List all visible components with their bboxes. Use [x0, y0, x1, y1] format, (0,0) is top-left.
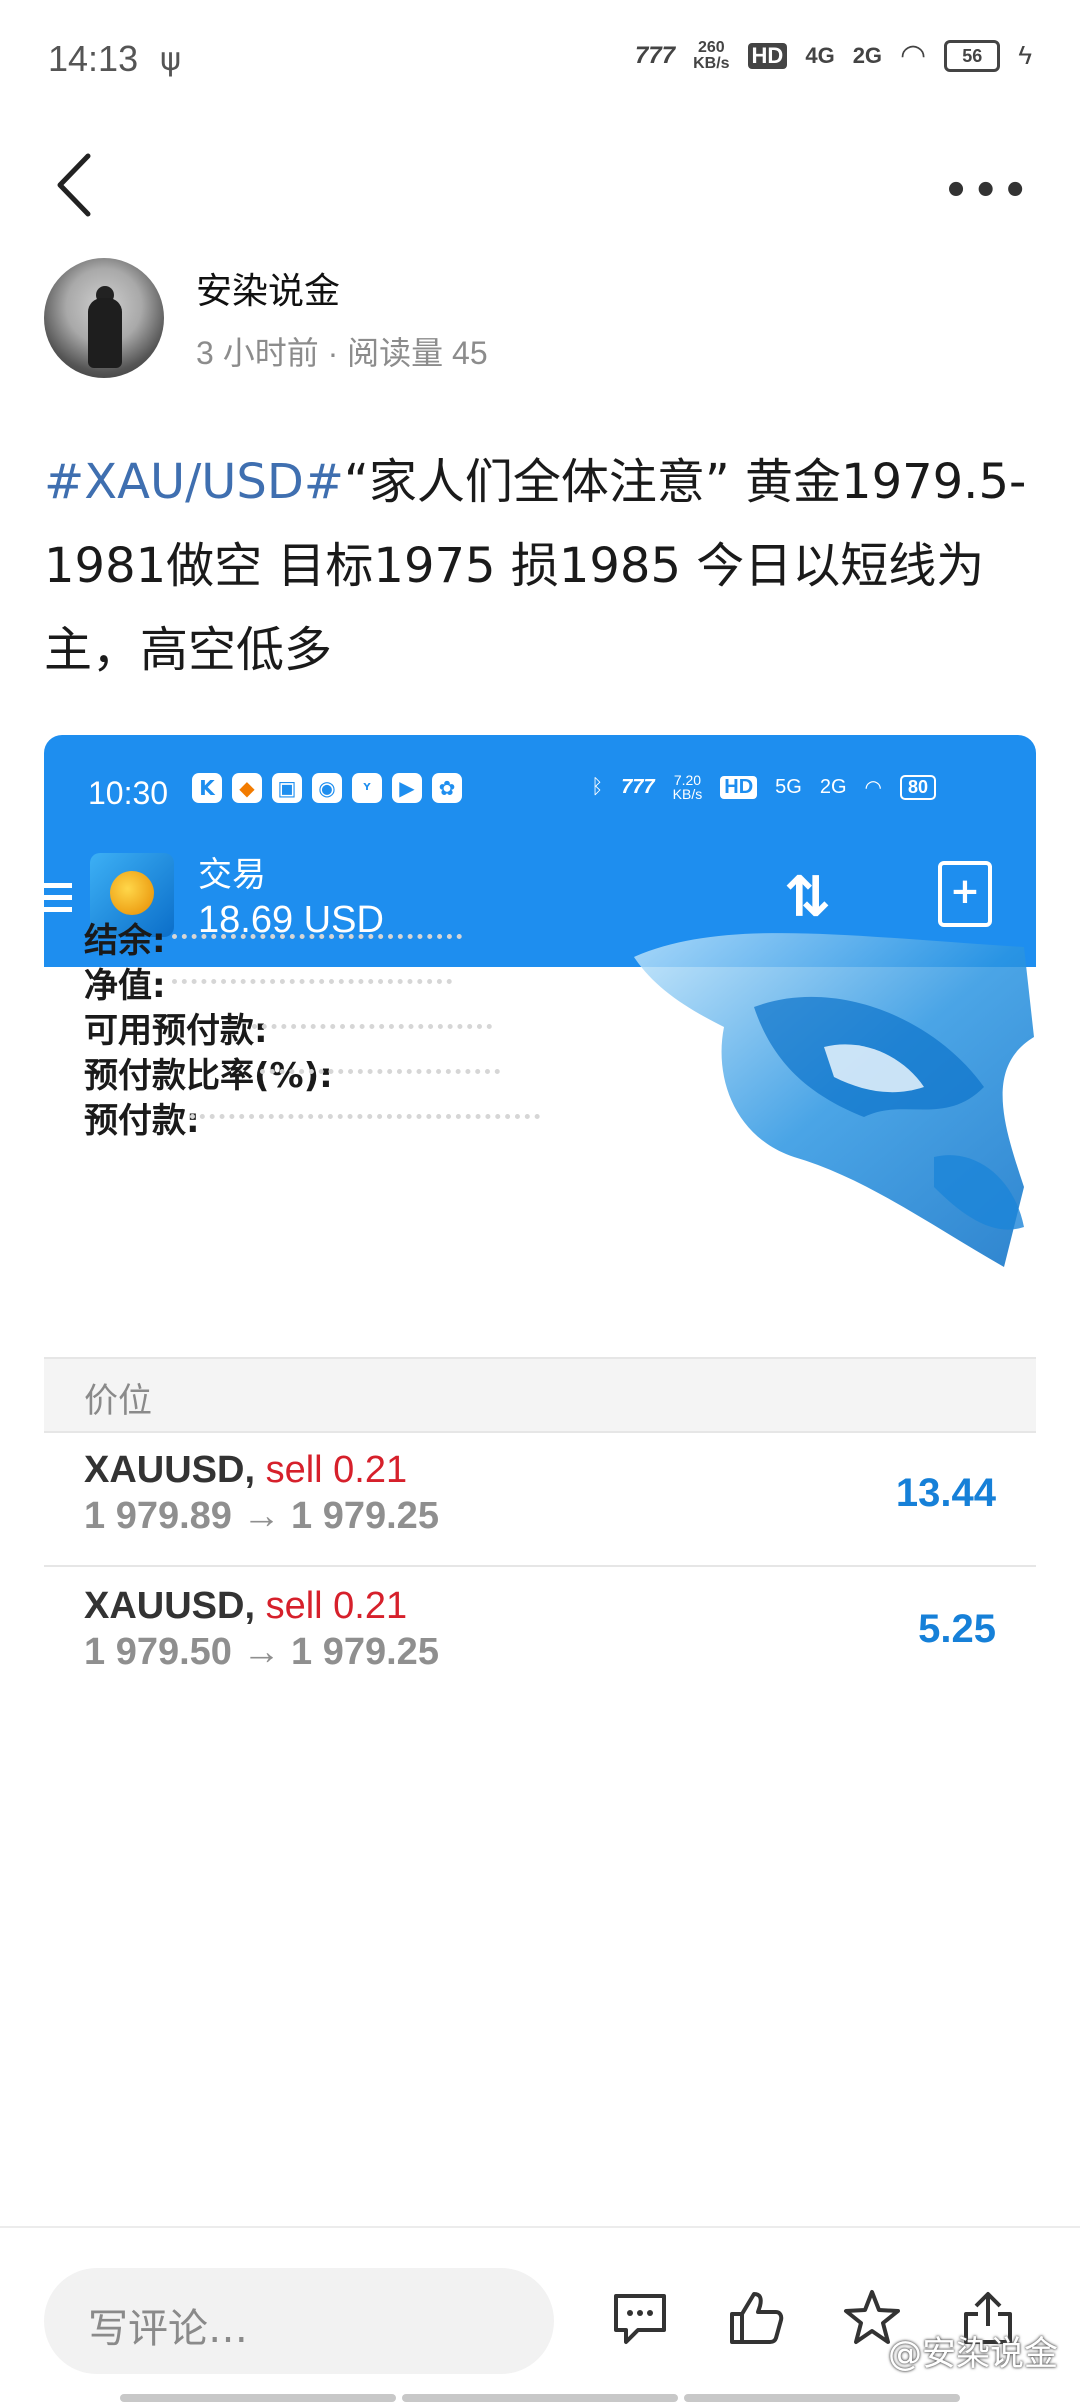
inner-hd-icon: HD — [720, 775, 758, 799]
avatar[interactable] — [44, 258, 164, 378]
app-misc-icon: ✿ — [432, 773, 462, 803]
app-orange-icon: ◆ — [232, 773, 262, 803]
bottom-divider — [0, 2226, 1080, 2228]
hashtag-link[interactable]: #XAU/USD# — [44, 454, 344, 510]
battery-icon: 56 — [944, 39, 1001, 72]
hd-icon: HD — [747, 42, 788, 69]
trade-profit: 5.25 — [918, 1607, 996, 1651]
network-4g: 4G — [805, 42, 835, 68]
comment-input[interactable]: 写评论… — [44, 2268, 554, 2374]
post-meta: 3 小时前 · 阅读量 45 — [196, 335, 488, 371]
gesture-bar — [120, 2394, 960, 2402]
network-2g: 2G — [852, 42, 883, 68]
author-name[interactable]: 安染说金 — [196, 262, 340, 314]
trade-row: XAUUSD, sell 0.21 1 979.50 → 1 979.25 5.… — [44, 1567, 1036, 1695]
bluetooth-icon: ᛒ — [591, 775, 604, 798]
margin-dots — [190, 1114, 540, 1119]
usb-icon: ψ — [160, 40, 182, 78]
inner-signal-icon: 777 — [621, 775, 655, 798]
inner-app-icons: K ◆ ▣ ◉ Y ▶ ✿ — [192, 773, 462, 803]
youku-icon: Y — [352, 773, 382, 803]
sort-icon: ⇅ — [784, 865, 831, 930]
free-margin-dots — [252, 1024, 492, 1029]
inner-network-speed: 7.20 KB/s — [672, 772, 703, 802]
inner-network-2g: 2G — [819, 775, 847, 798]
mt-title: 交易 — [198, 855, 266, 895]
trade-symbol: XAUUSD, sell 0.21 — [84, 1449, 408, 1491]
network-speed: 260 KB/s — [693, 38, 730, 72]
wifi-icon: ◠ — [900, 39, 927, 72]
trade-side: sell 0.21 — [265, 1449, 408, 1491]
new-order-icon: + — [938, 861, 992, 927]
price-header-label: 价位 — [84, 1381, 152, 1421]
inner-network-5g: 5G — [775, 775, 802, 798]
balance-label: 结余: — [84, 921, 166, 961]
status-bar: 14:13 ψ 777 260 KB/s HD 4G 2G ◠ 56 ϟ — [0, 0, 1080, 120]
app-k-icon: K — [192, 773, 222, 803]
back-icon[interactable] — [54, 150, 94, 220]
status-time: 14:13 — [48, 38, 139, 79]
weibo-icon: ◉ — [312, 773, 342, 803]
margin-level-dots — [260, 1069, 500, 1074]
watercolor-decoration — [634, 933, 1034, 1267]
comment-placeholder: 写评论… — [88, 2306, 248, 2352]
inner-status-icons: ᛒ 777 7.20 KB/s HD 5G 2G ◠ 80 — [591, 773, 936, 801]
equity-dots — [172, 979, 452, 984]
signal-hd-icon: 777 — [635, 41, 676, 69]
trade-prices: 1 979.50 → 1 979.25 — [84, 1631, 439, 1673]
price-header: 价位 — [44, 1357, 1036, 1433]
watermark: @安染说金 — [888, 2334, 1058, 2374]
inner-status-time: 10:30 — [88, 775, 169, 811]
like-icon[interactable] — [724, 2286, 788, 2350]
trade-row: XAUUSD, sell 0.21 1 979.89 → 1 979.25 13… — [44, 1431, 1036, 1567]
charging-icon: ϟ — [1018, 40, 1032, 70]
video-icon: ▶ — [392, 773, 422, 803]
free-margin-label: 可用预付款: — [84, 1011, 268, 1051]
trade-symbol: XAUUSD, sell 0.21 — [84, 1585, 408, 1627]
inner-battery-icon: 80 — [899, 774, 936, 800]
equity-label: 净值: — [84, 966, 166, 1006]
post-text: #XAU/USD#“家人们全体注意” 黄金1979.5-1981做空 目标197… — [44, 440, 1044, 692]
app-store-icon: ▣ — [272, 773, 302, 803]
more-options-icon[interactable]: ••• — [943, 168, 1032, 214]
embedded-screenshot[interactable]: 10:30 K ◆ ▣ ◉ Y ▶ ✿ ᛒ 777 7.20 KB/s HD 5… — [44, 735, 1036, 1695]
inner-wifi-icon: ◠ — [864, 776, 882, 799]
trade-side: sell 0.21 — [265, 1585, 408, 1627]
margin-label: 预付款: — [84, 1101, 200, 1141]
trade-prices: 1 979.89 → 1 979.25 — [84, 1495, 439, 1537]
status-icons: 777 260 KB/s HD 4G 2G ◠ 56 ϟ — [635, 38, 1032, 73]
menu-icon — [44, 883, 72, 919]
comment-icon[interactable] — [608, 2286, 672, 2350]
trade-profit: 13.44 — [895, 1471, 996, 1515]
balance-dots — [172, 934, 462, 939]
